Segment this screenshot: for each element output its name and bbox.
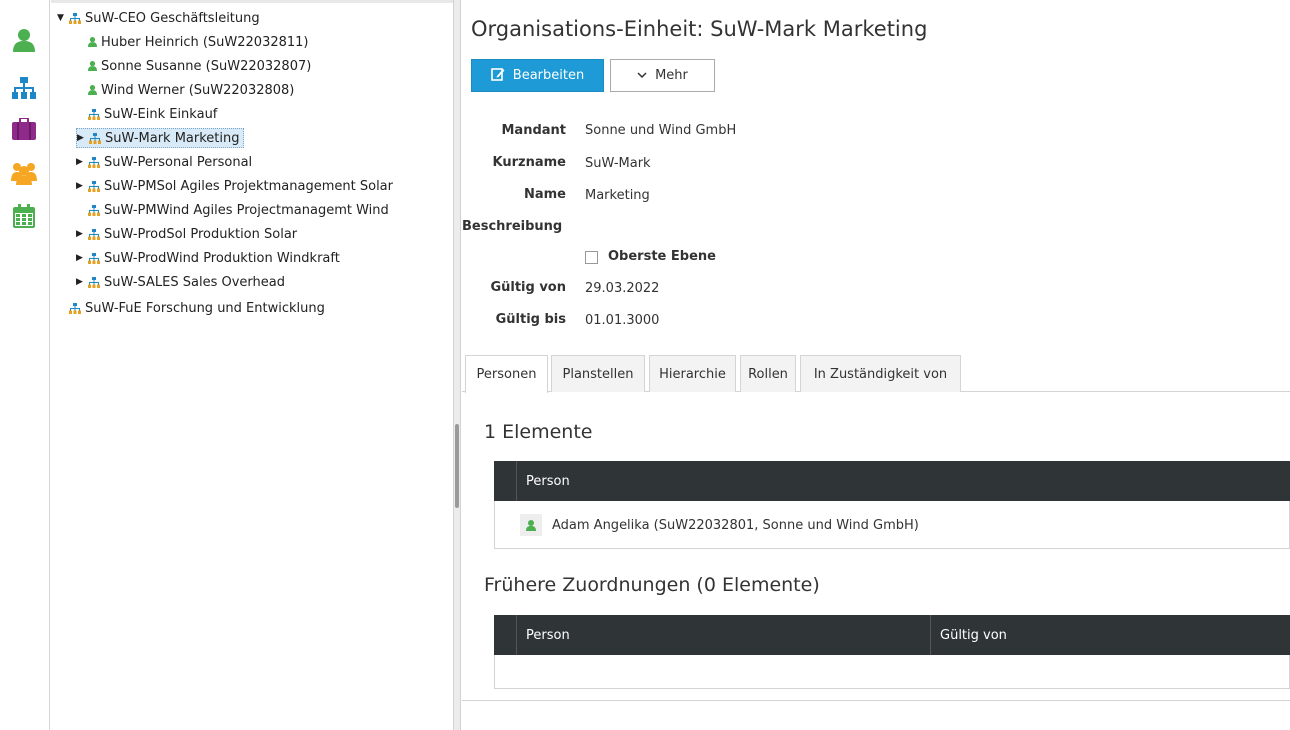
- tree-node[interactable]: ▶ SuW-PMSol Agiles Projektmanagement Sola…: [76, 176, 393, 196]
- org-unit-icon: [88, 228, 100, 240]
- tree-node[interactable]: ▶ SuW-Personal Personal: [76, 152, 252, 172]
- page-title: Organisations-Einheit: SuW-Mark Marketin…: [471, 17, 928, 41]
- name-value: Marketing: [585, 188, 650, 203]
- expand-toggle-open[interactable]: ▼: [57, 13, 69, 23]
- header-spacer: [494, 615, 516, 655]
- tree-node-label[interactable]: SuW-ProdWind Produktion Windkraft: [104, 251, 340, 266]
- person-icon: [88, 85, 97, 95]
- more-label: Mehr: [655, 68, 688, 83]
- edit-button[interactable]: Bearbeiten: [471, 59, 604, 92]
- gueltig-von-label: Gültig von: [490, 280, 566, 295]
- calendar-icon[interactable]: [8, 200, 40, 232]
- person-icon: [520, 514, 542, 536]
- panel-splitter[interactable]: [453, 0, 461, 730]
- expand-toggle-closed[interactable]: ▶: [76, 181, 88, 191]
- tree-node-label[interactable]: SuW-FuE Forschung und Entwicklung: [85, 301, 325, 316]
- tree-node[interactable]: SuW-FuE Forschung und Entwicklung: [57, 298, 325, 318]
- tree-node[interactable]: Wind Werner (SuW22032808): [76, 80, 294, 100]
- tree-node-label[interactable]: SuW-Personal Personal: [104, 155, 252, 170]
- expand-toggle-closed[interactable]: ▶: [76, 253, 88, 263]
- tree-node-label[interactable]: SuW-Mark Marketing: [105, 131, 240, 146]
- expand-toggle-closed[interactable]: ▶: [76, 229, 88, 239]
- kurzname-value: SuW-Mark: [585, 156, 651, 171]
- former-table-header: Person Gültig von: [494, 615, 1290, 655]
- org-unit-icon: [88, 156, 100, 168]
- current-table-header: Person: [494, 461, 1290, 501]
- tree-node[interactable]: SuW-Eink Einkauf: [76, 104, 217, 124]
- org-unit-icon: [89, 132, 101, 144]
- more-button[interactable]: Mehr: [610, 59, 715, 92]
- tree-node-label[interactable]: Sonne Susanne (SuW22032807): [101, 59, 311, 74]
- splitter-handle[interactable]: [455, 424, 459, 508]
- tree-node[interactable]: Sonne Susanne (SuW22032807): [76, 56, 311, 76]
- org-unit-icon: [69, 302, 81, 314]
- former-section-title: Frühere Zuordnungen (0 Elemente): [484, 574, 820, 596]
- tree-node-label[interactable]: SuW-PMSol Agiles Projektmanagement Solar: [104, 179, 393, 194]
- tree-node[interactable]: ▶ SuW-ProdSol Produktion Solar: [76, 224, 297, 244]
- person-name[interactable]: Adam Angelika (SuW22032801, Sonne und Wi…: [552, 518, 919, 533]
- mandant-value: Sonne und Wind GmbH: [585, 123, 737, 138]
- expand-toggle-closed[interactable]: ▶: [77, 133, 89, 143]
- header-spacer: [494, 461, 516, 501]
- tree-node-label[interactable]: Wind Werner (SuW22032808): [101, 83, 294, 98]
- org-unit-icon: [69, 12, 81, 24]
- table-row[interactable]: Adam Angelika (SuW22032801, Sonne und Wi…: [520, 514, 919, 536]
- mandant-label: Mandant: [501, 123, 566, 138]
- tab-in-zustaendigkeit[interactable]: In Zuständigkeit von: [800, 355, 961, 392]
- bottom-divider: [462, 700, 1290, 701]
- detail-panel: Organisations-Einheit: SuW-Mark Marketin…: [462, 0, 1290, 730]
- person-icon[interactable]: [8, 24, 40, 56]
- former-table-body: [494, 655, 1290, 689]
- tab-rollen[interactable]: Rollen: [740, 355, 796, 392]
- tree-node[interactable]: ▶ SuW-SALES Sales Overhead: [76, 272, 285, 292]
- oberste-ebene-checkbox[interactable]: [585, 251, 598, 264]
- tree-node-label[interactable]: SuW-CEO Geschäftsleitung: [85, 11, 260, 26]
- gueltig-von-value: 29.03.2022: [585, 281, 660, 296]
- column-header-person[interactable]: Person: [516, 461, 1290, 501]
- column-header-person[interactable]: Person: [516, 615, 930, 655]
- expand-toggle-closed[interactable]: ▶: [76, 277, 88, 287]
- person-icon: [88, 61, 97, 71]
- tree-node[interactable]: ▶ SuW-ProdWind Produktion Windkraft: [76, 248, 340, 268]
- column-header-valid-from[interactable]: Gültig von: [930, 615, 1290, 655]
- expand-toggle-closed[interactable]: ▶: [76, 157, 88, 167]
- org-unit-icon: [88, 204, 100, 216]
- edit-icon: [490, 67, 505, 85]
- org-unit-icon: [88, 180, 100, 192]
- beschreibung-label: Beschreibung: [462, 219, 563, 234]
- gueltig-bis-value: 01.01.3000: [585, 313, 660, 328]
- tree-node-label[interactable]: Huber Heinrich (SuW22032811): [101, 35, 309, 50]
- current-section-title: 1 Elemente: [484, 421, 593, 443]
- group-icon[interactable]: [8, 157, 40, 189]
- tree-node-label[interactable]: SuW-ProdSol Produktion Solar: [104, 227, 297, 242]
- tree-node[interactable]: ▼ SuW-CEO Geschäftsleitung: [57, 8, 260, 28]
- name-label: Name: [523, 187, 566, 202]
- tree-node-label[interactable]: SuW-SALES Sales Overhead: [104, 275, 285, 290]
- org-unit-icon: [88, 108, 100, 120]
- org-unit-icon: [88, 276, 100, 288]
- briefcase-icon[interactable]: [8, 113, 40, 145]
- org-unit-icon: [88, 252, 100, 264]
- tree-node[interactable]: ▶ SuW-Mark Marketing: [76, 128, 244, 148]
- org-chart-icon[interactable]: [8, 72, 40, 104]
- tree-node[interactable]: SuW-PMWind Agiles Projectmanagemt Wind: [76, 200, 389, 220]
- tab-personen[interactable]: Personen: [465, 355, 548, 393]
- person-icon: [88, 37, 97, 47]
- tree-node[interactable]: Huber Heinrich (SuW22032811): [76, 32, 309, 52]
- tab-planstellen[interactable]: Planstellen: [551, 355, 645, 392]
- tree-top-strip: [51, 0, 453, 3]
- kurzname-label: Kurzname: [492, 155, 566, 170]
- gueltig-bis-label: Gültig bis: [495, 312, 566, 327]
- edit-label: Bearbeiten: [512, 68, 585, 83]
- current-table-body: Adam Angelika (SuW22032801, Sonne und Wi…: [494, 501, 1290, 549]
- chevron-down-icon: [637, 68, 647, 83]
- tree-node-label[interactable]: SuW-PMWind Agiles Projectmanagemt Wind: [104, 203, 389, 218]
- tab-hierarchie[interactable]: Hierarchie: [649, 355, 736, 392]
- app-rail: [0, 0, 50, 730]
- org-tree: ▼ SuW-CEO Geschäftsleitung Huber Heinrich …: [51, 0, 453, 730]
- oberste-ebene-label: Oberste Ebene: [608, 249, 716, 264]
- tree-node-label[interactable]: SuW-Eink Einkauf: [104, 107, 217, 122]
